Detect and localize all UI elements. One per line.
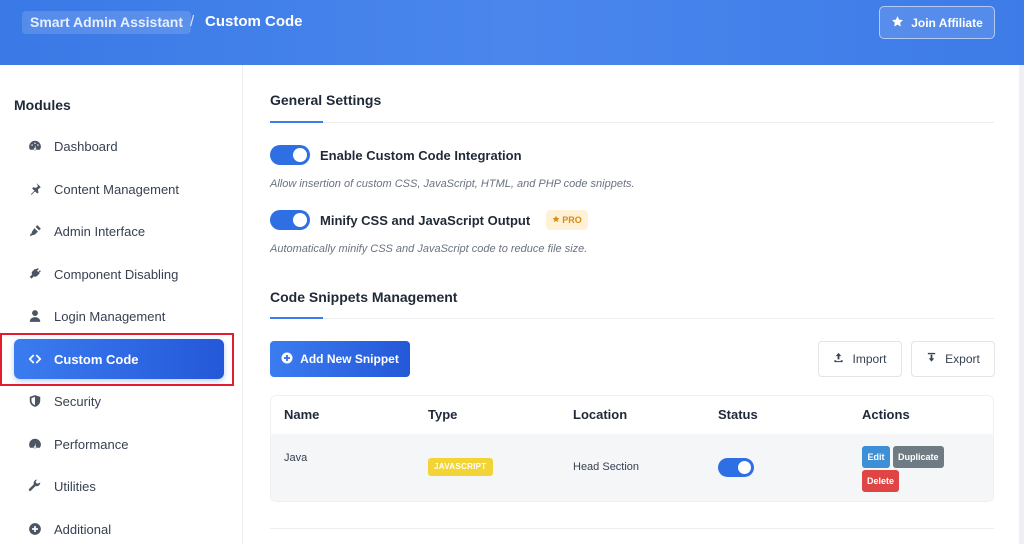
breadcrumb-separator: / bbox=[190, 13, 195, 30]
top-header: Smart Admin Assistant / Custom Code Join… bbox=[0, 0, 1024, 65]
sidebar-item-label: Utilities bbox=[54, 478, 96, 494]
column-header-actions: Actions bbox=[862, 407, 910, 422]
export-button[interactable]: Export bbox=[911, 341, 995, 377]
add-new-snippet-button[interactable]: Add New Snippet bbox=[270, 341, 410, 377]
sidebar-item-label: Component Disabling bbox=[54, 266, 179, 282]
pin-icon bbox=[28, 182, 42, 196]
sidebar-title: Modules bbox=[14, 97, 71, 113]
main-content: General Settings Enable Custom Code Inte… bbox=[243, 65, 1019, 544]
sidebar: Modules Dashboard Content Management Adm… bbox=[0, 65, 243, 544]
table-header: Name Type Location Status Actions bbox=[271, 396, 993, 434]
pro-badge-label: PRO bbox=[562, 215, 582, 225]
wrench-icon bbox=[28, 479, 42, 493]
snippet-type-badge: JAVASCRIPT bbox=[428, 458, 493, 476]
section-divider bbox=[270, 528, 994, 529]
minify-output-toggle[interactable] bbox=[270, 210, 310, 230]
dashboard-icon bbox=[28, 139, 42, 153]
column-header-type: Type bbox=[428, 407, 458, 422]
sidebar-item-utilities[interactable]: Utilities bbox=[14, 466, 224, 506]
table-row: Java JAVASCRIPT Head Section Edit Duplic… bbox=[271, 434, 993, 501]
page-title: Custom Code bbox=[205, 13, 303, 30]
plus-circle-icon bbox=[28, 522, 42, 536]
custom-code-integration-toggle[interactable] bbox=[270, 145, 310, 165]
sidebar-item-security[interactable]: Security bbox=[14, 381, 224, 421]
import-label: Import bbox=[852, 352, 887, 366]
plug-icon bbox=[28, 267, 42, 281]
sidebar-item-label: Login Management bbox=[54, 308, 166, 324]
sidebar-item-additional[interactable]: Additional bbox=[14, 509, 224, 544]
custom-code-integration-label: Enable Custom Code Integration bbox=[320, 147, 522, 163]
export-label: Export bbox=[945, 352, 980, 366]
sidebar-item-label: Additional bbox=[54, 521, 112, 537]
star-icon bbox=[552, 215, 560, 225]
sidebar-item-content-management[interactable]: Content Management bbox=[14, 169, 224, 209]
star-icon bbox=[891, 15, 904, 31]
minify-output-row: Minify CSS and JavaScript Output PRO bbox=[270, 210, 588, 230]
snippet-status-toggle[interactable] bbox=[718, 458, 754, 477]
section-accent bbox=[270, 121, 323, 123]
import-button[interactable]: Import bbox=[818, 341, 902, 377]
scrollbar[interactable] bbox=[1019, 65, 1024, 544]
general-settings-title: General Settings bbox=[270, 92, 382, 108]
user-icon bbox=[28, 309, 42, 323]
custom-code-integration-help: Allow insertion of custom CSS, JavaScrip… bbox=[270, 178, 635, 190]
sidebar-item-performance[interactable]: Performance bbox=[14, 424, 224, 464]
join-affiliate-label: Join Affiliate bbox=[911, 15, 983, 30]
shield-icon bbox=[28, 394, 42, 408]
upload-icon bbox=[833, 352, 844, 366]
section-divider bbox=[270, 318, 994, 319]
minify-output-help: Automatically minify CSS and JavaScript … bbox=[270, 243, 588, 255]
minify-output-label: Minify CSS and JavaScript Output bbox=[320, 212, 531, 228]
sidebar-item-login-management[interactable]: Login Management bbox=[14, 296, 224, 336]
custom-code-integration-row: Enable Custom Code Integration bbox=[270, 145, 522, 165]
sidebar-item-label: Content Management bbox=[54, 181, 180, 197]
annotation-highlight bbox=[0, 333, 234, 386]
download-icon bbox=[926, 352, 937, 366]
sidebar-item-label: Performance bbox=[54, 436, 129, 452]
column-header-status: Status bbox=[718, 407, 758, 422]
pen-icon bbox=[28, 224, 42, 238]
edit-button[interactable]: Edit bbox=[862, 446, 890, 468]
snippet-name: Java bbox=[284, 452, 308, 464]
gauge-icon bbox=[28, 437, 42, 451]
column-header-location: Location bbox=[573, 407, 628, 422]
snippets-title: Code Snippets Management bbox=[270, 289, 458, 305]
add-new-snippet-label: Add New Snippet bbox=[300, 352, 399, 366]
sidebar-item-label: Dashboard bbox=[54, 138, 118, 154]
pro-badge: PRO bbox=[546, 210, 588, 230]
snippet-location: Head Section bbox=[573, 461, 640, 473]
column-header-name: Name bbox=[284, 407, 320, 422]
plus-circle-icon bbox=[281, 352, 293, 367]
section-divider bbox=[270, 122, 994, 123]
breadcrumb-app-name[interactable]: Smart Admin Assistant bbox=[22, 11, 191, 34]
sidebar-item-label: Admin Interface bbox=[54, 223, 146, 239]
sidebar-item-label: Security bbox=[54, 393, 101, 409]
snippets-table: Name Type Location Status Actions Java J… bbox=[270, 395, 994, 502]
join-affiliate-button[interactable]: Join Affiliate bbox=[879, 6, 995, 39]
section-accent bbox=[270, 317, 323, 319]
duplicate-button[interactable]: Duplicate bbox=[893, 446, 944, 468]
sidebar-item-component-disabling[interactable]: Component Disabling bbox=[14, 254, 224, 294]
sidebar-item-admin-interface[interactable]: Admin Interface bbox=[14, 211, 224, 251]
delete-button[interactable]: Delete bbox=[862, 470, 900, 492]
sidebar-item-dashboard[interactable]: Dashboard bbox=[14, 126, 224, 166]
